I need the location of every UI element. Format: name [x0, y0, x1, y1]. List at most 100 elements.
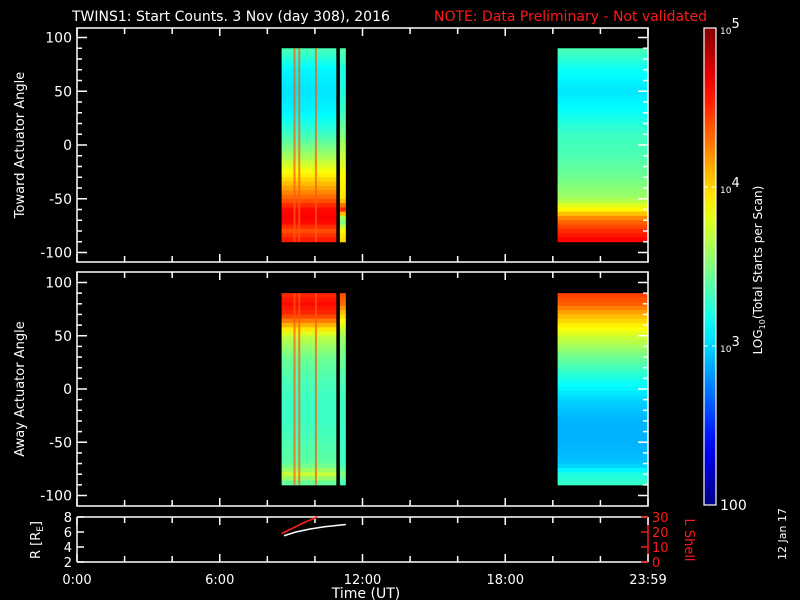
heatmap-cell	[557, 374, 648, 379]
heatmap-cell	[281, 82, 337, 88]
heatmap-cell	[339, 429, 346, 435]
heatmap-cell	[557, 420, 648, 426]
heatmap-cell	[281, 168, 337, 174]
heatmap-cell	[557, 181, 648, 187]
heatmap-cell	[281, 318, 337, 324]
heatmap-cell	[281, 160, 337, 165]
heatmap-cell	[339, 86, 346, 92]
heatmap-cell	[339, 155, 346, 161]
heatmap-cell	[339, 181, 346, 187]
heatmap-cell	[557, 395, 648, 401]
heatmap-cell	[339, 357, 346, 362]
heatmap-cell	[557, 467, 648, 473]
heatmap-cell	[557, 65, 648, 71]
heatmap-cell	[281, 69, 337, 75]
heatmap-cell	[339, 340, 346, 345]
heatmap-cell	[281, 357, 337, 362]
colorbar-tick-label: 105	[720, 17, 740, 37]
y-tick-label: 8	[64, 511, 72, 526]
heatmap-cell	[281, 467, 337, 473]
heatmap-cell	[339, 211, 346, 217]
heatmap-cell	[339, 52, 346, 58]
heatmap-cell	[557, 416, 648, 422]
heatmap-cell	[281, 412, 337, 418]
heatmap-cell	[557, 297, 648, 303]
heatmap-cell	[339, 233, 346, 238]
heatmap-cell	[281, 378, 337, 384]
heatmap-cell	[281, 207, 337, 213]
heatmap-cell	[281, 399, 337, 405]
y-tick-label: 0	[63, 138, 72, 154]
heatmap-cell	[281, 369, 337, 375]
heatmap-cell	[281, 382, 337, 388]
heatmap-cell	[281, 450, 337, 456]
heatmap-cell	[557, 125, 648, 131]
heatmap-cell	[281, 340, 337, 345]
heatmap-cell	[557, 99, 648, 105]
heatmap-cell	[557, 61, 648, 66]
high-count-streak	[314, 48, 317, 242]
heatmap-cell	[557, 412, 648, 418]
y-tick-label: 4	[64, 541, 72, 556]
heatmap-cell	[339, 91, 346, 97]
heatmap-cell	[339, 455, 346, 460]
heatmap-cell	[557, 340, 648, 345]
heatmap-cell	[557, 455, 648, 460]
twins-plot: TWINS1: Start Counts. 3 Nov (day 308), 2…	[13, 9, 789, 600]
heatmap-cell	[281, 361, 337, 367]
heatmap-cell	[339, 168, 346, 174]
heatmap-cell	[557, 450, 648, 456]
heatmap-cell	[339, 412, 346, 418]
heatmap-cell	[557, 386, 648, 392]
heatmap-cell	[557, 352, 648, 358]
heatmap-cell	[557, 69, 648, 75]
heatmap-cell	[281, 297, 337, 303]
heatmap-cell	[339, 172, 346, 178]
heatmap-cell	[557, 52, 648, 58]
y-tick-label: -50	[49, 435, 72, 451]
heatmap-cell	[557, 228, 648, 234]
heatmap-cell	[281, 429, 337, 435]
heatmap-cell	[557, 177, 648, 183]
heatmap-cell	[557, 293, 648, 298]
heatmap-cell	[281, 322, 337, 328]
heatmap-cell	[557, 305, 648, 311]
heatmap-cell	[281, 455, 337, 460]
heatmap-cell	[339, 220, 346, 226]
heatmap-cell	[557, 369, 648, 375]
x-tick-label: 6:00	[205, 573, 234, 588]
heatmap-cell	[281, 52, 337, 58]
heatmap-cell	[281, 224, 337, 230]
y-tick-label: -100	[40, 489, 72, 505]
heatmap-cell	[339, 331, 346, 337]
heatmap-cell	[339, 99, 346, 105]
y-tick-label: 6	[64, 526, 72, 541]
heatmap-cell	[281, 95, 337, 101]
heatmap-cell	[281, 112, 337, 118]
heatmap-cell	[339, 352, 346, 358]
heatmap-cell	[557, 378, 648, 384]
heatmap-cell	[281, 194, 337, 200]
heatmap-cell	[339, 305, 346, 311]
heatmap-cell	[557, 403, 648, 409]
heatmap-cell	[557, 361, 648, 367]
heatmap-cell	[557, 318, 648, 324]
y-tick-label: -50	[49, 192, 72, 208]
heatmap-cell	[339, 129, 346, 135]
heatmap-cell	[339, 112, 346, 118]
colorbar-tick-label: 104	[720, 176, 740, 196]
orbit-y-label: R [RE]	[29, 521, 46, 559]
heatmap-cell	[281, 472, 337, 477]
preliminary-note: NOTE: Data Preliminary - Not validated	[434, 9, 707, 25]
heatmap-cell	[281, 220, 337, 226]
heatmap-cell	[339, 160, 346, 165]
heatmap-cell	[339, 425, 346, 430]
heatmap-cell	[281, 74, 337, 79]
heatmap-cell	[281, 233, 337, 238]
heatmap-cell	[339, 95, 346, 101]
heatmap-cell	[557, 437, 648, 443]
y2-tick-label: 0	[652, 556, 660, 571]
heatmap-cell	[281, 386, 337, 392]
high-count-streak	[298, 48, 301, 242]
plot-title: TWINS1: Start Counts. 3 Nov (day 308), 2…	[71, 9, 390, 25]
